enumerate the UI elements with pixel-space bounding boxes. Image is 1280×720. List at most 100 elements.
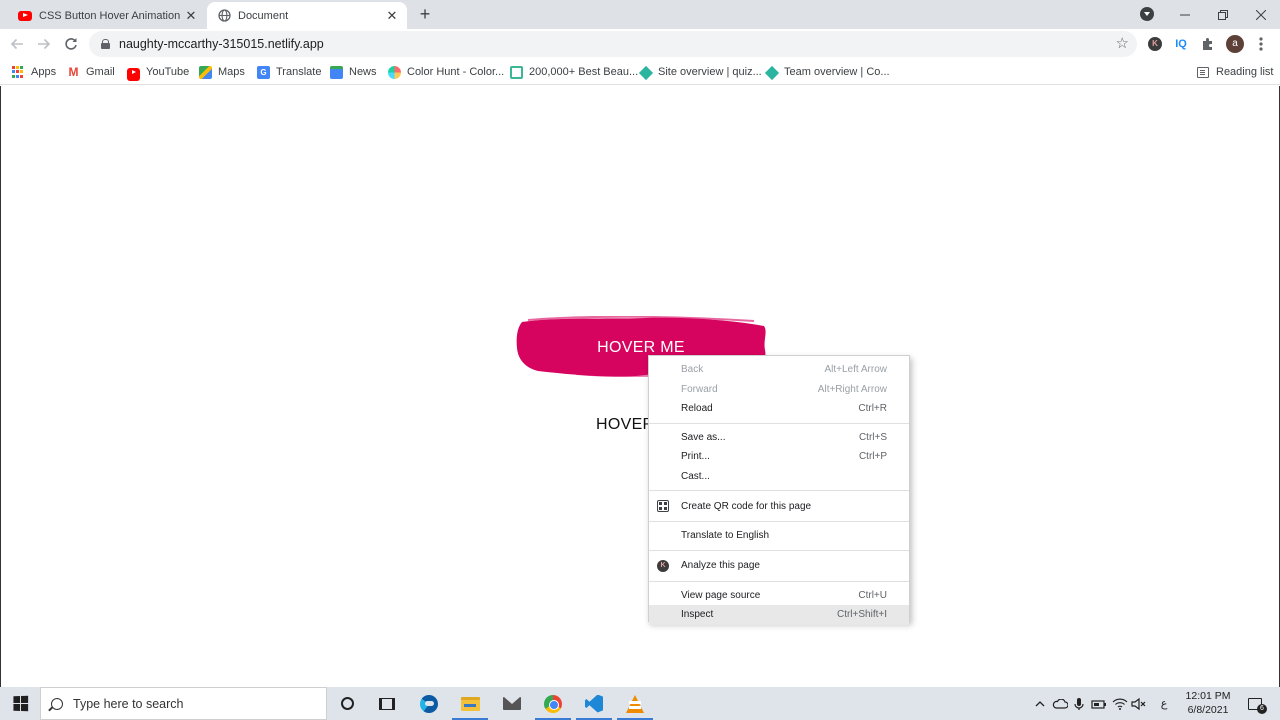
iq-extension-icon: IQ bbox=[1175, 38, 1187, 50]
lock-icon[interactable] bbox=[101, 39, 110, 49]
bookmark-label: Color Hunt - Color... bbox=[407, 66, 505, 78]
ctx-save-as[interactable]: Save as... Ctrl+S bbox=[649, 428, 909, 448]
file-explorer-button[interactable] bbox=[450, 687, 490, 720]
ctx-inspect[interactable]: Inspect Ctrl+Shift+I bbox=[649, 605, 909, 625]
edge-button[interactable] bbox=[409, 687, 449, 720]
chrome-icon bbox=[544, 694, 562, 713]
arrow-right-icon bbox=[38, 38, 51, 50]
bookmark-label: Team overview | Co... bbox=[784, 66, 890, 78]
bookmarks-bar: Apps M Gmail YouTube Maps G Translate Ne… bbox=[0, 59, 1280, 85]
ctx-reload[interactable]: Reload Ctrl+R bbox=[649, 399, 909, 419]
bookmark-team-overview[interactable]: Team overview | Co... bbox=[764, 63, 890, 81]
ctx-create-qr[interactable]: Create QR code for this page bbox=[649, 495, 909, 517]
ctx-forward[interactable]: Forward Alt+Right Arrow bbox=[649, 380, 909, 400]
extension-iq[interactable]: IQ bbox=[1172, 35, 1190, 53]
diamond-icon bbox=[764, 65, 780, 80]
tab-youtube-video[interactable]: CSS Button Hover Animation Effe ✕ bbox=[8, 2, 206, 29]
beautiful-icon bbox=[510, 65, 523, 79]
start-button[interactable] bbox=[0, 687, 40, 720]
taskbar-clock[interactable]: 12:01 PM 6/8/2021 bbox=[1180, 689, 1236, 717]
ctx-cast[interactable]: Cast... bbox=[649, 467, 909, 487]
bookmark-apps[interactable]: Apps bbox=[12, 63, 56, 81]
menu-divider bbox=[649, 549, 909, 551]
k-extension-icon: K bbox=[1148, 37, 1162, 51]
reload-button[interactable] bbox=[59, 32, 83, 56]
task-view-button[interactable] bbox=[367, 687, 407, 720]
edge-icon bbox=[420, 694, 438, 713]
close-icon[interactable]: ✕ bbox=[385, 8, 399, 23]
youtube-icon bbox=[18, 9, 32, 23]
close-icon[interactable]: ✕ bbox=[184, 8, 198, 23]
tray-overflow-button[interactable] bbox=[1032, 687, 1048, 720]
extension-k[interactable]: K bbox=[1146, 35, 1164, 53]
youtube-icon bbox=[127, 67, 140, 81]
news-icon bbox=[330, 65, 343, 79]
bookmark-maps[interactable]: Maps bbox=[199, 63, 245, 81]
extensions-button[interactable] bbox=[1199, 35, 1217, 53]
action-center-button[interactable]: 6 bbox=[1242, 687, 1268, 720]
menu-divider bbox=[649, 521, 909, 522]
reading-list-label: Reading list bbox=[1216, 66, 1274, 78]
battery-icon bbox=[1091, 699, 1106, 709]
clock-date: 6/8/2021 bbox=[1187, 704, 1229, 716]
search-placeholder: Type here to search bbox=[73, 696, 184, 711]
battery-button[interactable] bbox=[1090, 687, 1108, 720]
microphone-icon bbox=[1074, 697, 1084, 710]
search-icon bbox=[51, 697, 63, 710]
url-text[interactable]: naughty-mccarthy-315015.netlify.app bbox=[119, 37, 324, 51]
reading-list-button[interactable]: Reading list bbox=[1197, 63, 1273, 81]
windows-taskbar: Type here to search ع 12:01 PM 6/8/2021 … bbox=[0, 687, 1280, 720]
cortana-icon bbox=[340, 697, 354, 710]
volume-button[interactable] bbox=[1130, 687, 1148, 720]
bookmark-site-overview[interactable]: Site overview | quiz... bbox=[638, 63, 762, 81]
minimize-button[interactable] bbox=[1166, 0, 1204, 29]
bookmark-label: Site overview | quiz... bbox=[658, 66, 762, 78]
ctx-analyze[interactable]: K Analyze this page bbox=[649, 555, 909, 577]
avatar: a bbox=[1226, 35, 1244, 53]
bookmark-youtube[interactable]: YouTube bbox=[127, 63, 189, 81]
notification-count: 6 bbox=[1257, 703, 1267, 714]
back-button[interactable] bbox=[5, 32, 29, 56]
bookmark-colorhunt[interactable]: Color Hunt - Color... bbox=[388, 63, 504, 81]
ctx-print[interactable]: Print... Ctrl+P bbox=[649, 447, 909, 467]
k-extension-icon: K bbox=[657, 559, 669, 572]
more-vertical-icon bbox=[1259, 37, 1263, 51]
vlc-icon bbox=[626, 694, 644, 713]
wifi-icon bbox=[1112, 698, 1128, 710]
colorhunt-icon bbox=[388, 65, 401, 79]
ctx-view-source[interactable]: View page source Ctrl+U bbox=[649, 586, 909, 606]
restore-button[interactable] bbox=[1204, 0, 1242, 29]
onedrive-button[interactable] bbox=[1051, 687, 1069, 720]
menu-divider bbox=[649, 490, 909, 491]
profile-button[interactable]: a bbox=[1226, 35, 1244, 53]
new-tab-button[interactable]: + bbox=[415, 5, 435, 25]
close-window-button[interactable] bbox=[1242, 0, 1280, 29]
vlc-button[interactable] bbox=[615, 687, 655, 720]
taskbar-search[interactable]: Type here to search bbox=[40, 687, 327, 720]
forward-button[interactable] bbox=[32, 32, 56, 56]
bookmark-translate[interactable]: G Translate bbox=[257, 63, 321, 81]
vscode-button[interactable] bbox=[574, 687, 614, 720]
ctx-translate[interactable]: Translate to English bbox=[649, 526, 909, 546]
cloud-icon bbox=[1052, 698, 1068, 709]
address-bar[interactable]: naughty-mccarthy-315015.netlify.app ☆ bbox=[89, 31, 1137, 57]
chrome-button[interactable] bbox=[533, 687, 573, 720]
wifi-button[interactable] bbox=[1111, 687, 1129, 720]
tab-document[interactable]: Document ✕ bbox=[207, 2, 407, 29]
vscode-icon bbox=[585, 694, 603, 713]
bookmark-star-icon[interactable]: ☆ bbox=[1116, 34, 1129, 52]
mail-button[interactable] bbox=[492, 687, 532, 720]
bookmark-news[interactable]: News bbox=[330, 63, 377, 81]
browser-toolbar: naughty-mccarthy-315015.netlify.app ☆ K … bbox=[0, 29, 1280, 59]
bookmark-label: Gmail bbox=[86, 66, 115, 78]
microphone-button[interactable] bbox=[1071, 687, 1087, 720]
reload-icon bbox=[65, 38, 77, 50]
bookmark-gmail[interactable]: M Gmail bbox=[67, 63, 115, 81]
bookmark-best-beautiful[interactable]: 200,000+ Best Beau... bbox=[510, 63, 638, 81]
input-language-button[interactable]: ع bbox=[1155, 687, 1173, 720]
windows-logo-icon bbox=[12, 695, 28, 712]
cortana-button[interactable] bbox=[327, 687, 367, 720]
tab-search-icon[interactable] bbox=[1140, 7, 1154, 21]
chrome-menu-button[interactable] bbox=[1252, 35, 1270, 53]
ctx-back[interactable]: Back Alt+Left Arrow bbox=[649, 360, 909, 380]
